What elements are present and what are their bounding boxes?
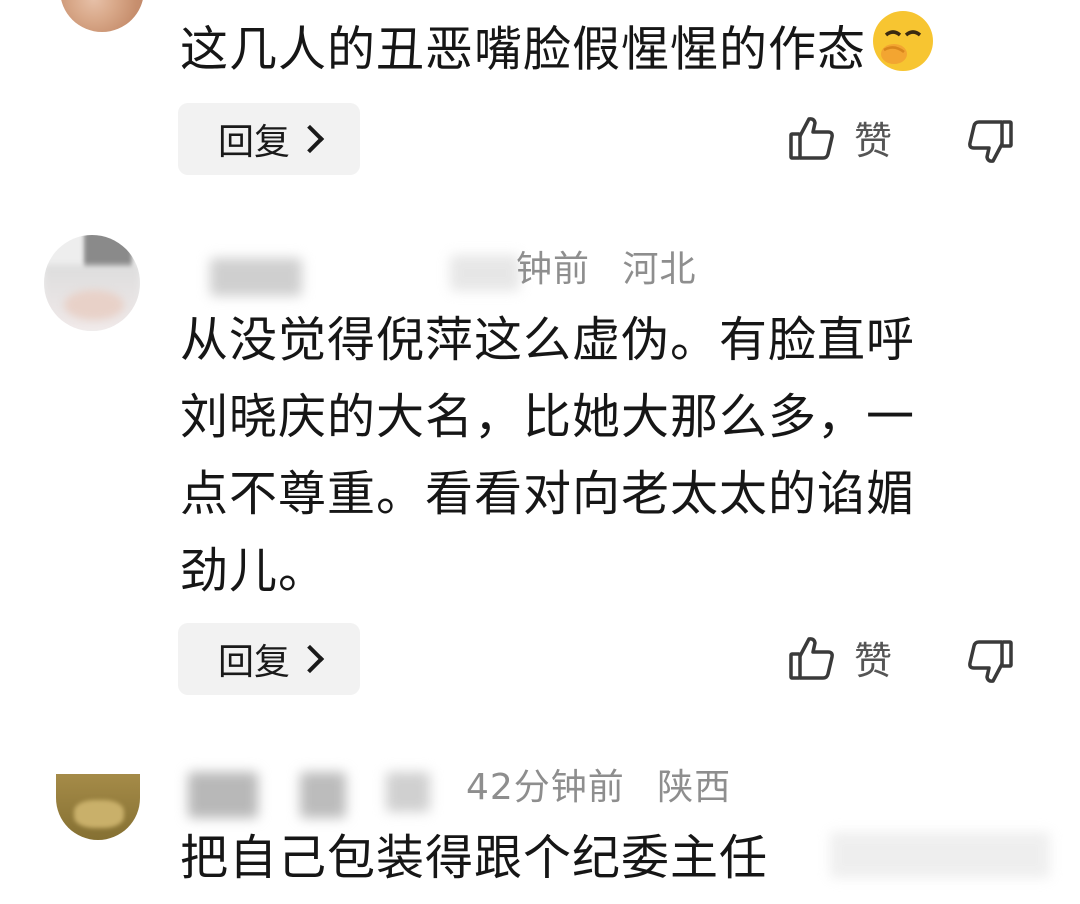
avatar[interactable] bbox=[60, 0, 144, 32]
comment-meta: 钟前 河北 bbox=[516, 240, 696, 292]
reply-label: 回复 bbox=[217, 642, 290, 683]
comment-text: 把自己包装得跟个纪委主任 bbox=[180, 820, 768, 897]
comment-line: 劲儿。 bbox=[180, 543, 328, 599]
thumbs-down-icon[interactable] bbox=[966, 638, 1014, 686]
comment-line: 从没觉得倪萍这么虚伪。有脸直呼 bbox=[180, 312, 916, 368]
username-blurred-tail bbox=[450, 255, 520, 291]
comment-meta: 42分钟前 陕西 bbox=[466, 758, 731, 810]
thumbs-down-icon[interactable] bbox=[966, 118, 1014, 166]
comment-body: 把自己包装得跟个纪委主任 bbox=[180, 830, 769, 886]
reply-button[interactable]: 回复 bbox=[178, 623, 360, 695]
avatar[interactable] bbox=[56, 774, 140, 840]
comment-text: 这几人的丑恶嘴脸假惺惺的作态 bbox=[180, 8, 936, 97]
like-label[interactable]: 赞 bbox=[854, 630, 892, 685]
username-blurred[interactable] bbox=[188, 772, 430, 818]
comment-location: 陕西 bbox=[657, 767, 732, 808]
avatar[interactable] bbox=[44, 235, 140, 331]
reply-label: 回复 bbox=[217, 122, 290, 163]
thumbs-up-icon[interactable] bbox=[788, 634, 836, 682]
reply-button[interactable]: 回复 bbox=[178, 103, 360, 175]
chevron-right-icon bbox=[295, 124, 325, 154]
comment-time: 钟前 bbox=[516, 249, 591, 290]
thumbs-up-icon[interactable] bbox=[788, 114, 836, 162]
comment-location: 河北 bbox=[622, 249, 697, 290]
comment-line: 点不尊重。看看对向老太太的谄媚 bbox=[180, 466, 916, 522]
chevron-right-icon bbox=[295, 644, 325, 674]
comment-body: 这几人的丑恶嘴脸假惺惺的作态 bbox=[180, 21, 867, 78]
emoji-face bbox=[870, 8, 936, 97]
text-cutoff-blur bbox=[830, 832, 1050, 878]
comment-time: 42分钟前 bbox=[466, 767, 625, 808]
comment-line: 刘晓庆的大名，比她大那么多，一 bbox=[180, 389, 916, 445]
comment-text: 从没觉得倪萍这么虚伪。有脸直呼 刘晓庆的大名，比她大那么多，一 点不尊重。看看对… bbox=[180, 302, 1040, 610]
username-blurred[interactable] bbox=[210, 258, 302, 296]
like-label[interactable]: 赞 bbox=[854, 110, 892, 165]
